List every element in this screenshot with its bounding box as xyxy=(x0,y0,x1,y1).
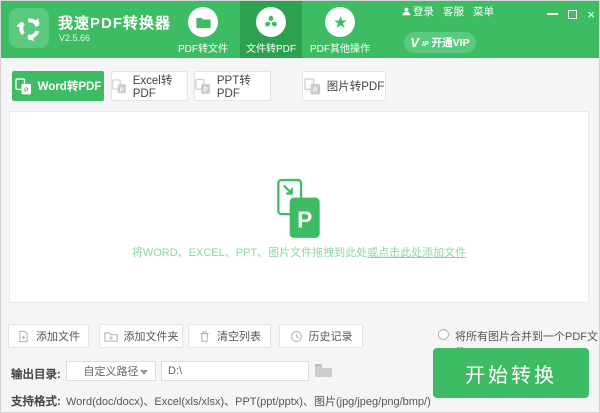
tab-excel-to-pdf[interactable]: P Excel转PDF xyxy=(111,71,188,101)
page-pair-icon: P xyxy=(14,77,31,94)
tab-label: Excel转PDF xyxy=(132,75,173,100)
nav-tab-pdf-other[interactable]: PDF其他操作 xyxy=(302,1,378,58)
output-path-input[interactable] xyxy=(161,361,309,381)
button-label: 添加文件夹 xyxy=(123,331,179,343)
svg-text:P: P xyxy=(120,87,124,93)
add-folder-button[interactable]: 添加文件夹 xyxy=(99,324,183,348)
merge-images-radio[interactable] xyxy=(438,329,449,340)
history-button[interactable]: 历史记录 xyxy=(279,324,363,348)
nav-tab-label: 文件转PDF xyxy=(246,44,296,55)
menu-link[interactable]: 菜单 xyxy=(473,4,494,19)
tab-label: Word转PDF xyxy=(37,81,102,93)
vip-v-mark: V xyxy=(410,35,420,50)
svg-text:P: P xyxy=(203,86,207,93)
chevron-down-icon xyxy=(140,370,148,375)
add-file-button[interactable]: 添加文件 xyxy=(8,324,89,348)
button-label: 添加文件 xyxy=(36,331,80,343)
browse-folder-icon[interactable] xyxy=(315,364,332,377)
window-controls: × xyxy=(547,7,595,21)
tab-ppt-to-pdf[interactable]: P PPT转PDF xyxy=(194,71,271,101)
service-link[interactable]: 客服 xyxy=(443,4,464,19)
history-icon xyxy=(290,330,302,342)
folder-icon xyxy=(188,7,218,37)
clear-list-icon xyxy=(200,330,209,342)
button-label: 清空列表 xyxy=(217,331,261,343)
minimize-icon[interactable] xyxy=(547,13,559,15)
svg-text:P: P xyxy=(313,87,318,94)
tab-label: 图片转PDF xyxy=(326,81,385,93)
svg-text:P: P xyxy=(297,207,312,233)
maximize-icon[interactable] xyxy=(568,9,578,19)
pdf-icon xyxy=(256,7,286,37)
star-icon xyxy=(325,7,355,37)
top-links: 登录 客服 菜单 xyxy=(402,4,494,19)
add-folder-icon xyxy=(103,331,118,342)
vip-ip-mark: IP xyxy=(422,41,429,48)
close-icon[interactable]: × xyxy=(587,8,595,21)
button-label: 历史记录 xyxy=(308,331,353,343)
supported-formats-label: 支持格式: xyxy=(11,396,61,408)
tab-label: PPT转PDF xyxy=(216,75,251,100)
open-vip-button[interactable]: V IP 开通VIP xyxy=(404,32,476,53)
nav-tab-label: PDF其他操作 xyxy=(310,44,370,55)
tab-image-to-pdf[interactable]: P 图片转PDF xyxy=(302,71,386,101)
nav-tab-file-to-pdf[interactable]: 文件转PDF xyxy=(240,1,302,58)
add-files-link[interactable]: 或点击此处添加文件 xyxy=(367,247,466,259)
nav-tab-label: PDF转文件 xyxy=(178,44,228,55)
user-icon xyxy=(402,7,411,16)
app-window: 我速PDF转换器 V2.5.66 PDF转文件 文件转PDF PDF其他操作 登… xyxy=(0,0,600,413)
page-pair-icon: P xyxy=(112,78,126,93)
header: 我速PDF转换器 V2.5.66 PDF转文件 文件转PDF PDF其他操作 登… xyxy=(1,1,599,58)
page-pair-icon: P xyxy=(304,77,320,94)
drop-page-pair-icon: P xyxy=(277,178,320,238)
recycle-icon xyxy=(15,17,40,41)
page-pair-icon: P xyxy=(195,78,210,94)
app-title: 我速PDF转换器 xyxy=(58,15,172,32)
svg-text:P: P xyxy=(24,87,29,94)
login-link[interactable]: 登录 xyxy=(402,4,434,19)
start-convert-button[interactable]: 开始转换 xyxy=(433,348,589,398)
path-type-select[interactable]: 自定义路径 xyxy=(66,361,156,381)
supported-formats-value: Word(doc/docx)、Excel(xls/xlsx)、PPT(ppt/p… xyxy=(66,396,431,408)
clear-list-button[interactable]: 清空列表 xyxy=(188,324,271,348)
app-version: V2.5.66 xyxy=(59,33,91,43)
file-dropzone[interactable]: P 将WORD、EXCEL、PPT、图片文件拖拽到此处或点击此处添加文件 xyxy=(9,111,589,303)
nav-tab-pdf-to-file[interactable]: PDF转文件 xyxy=(168,1,238,58)
app-logo xyxy=(9,8,49,48)
drop-hint: 将WORD、EXCEL、PPT、图片文件拖拽到此处或点击此处添加文件 xyxy=(131,247,467,259)
tab-word-to-pdf[interactable]: P Word转PDF xyxy=(12,71,104,101)
add-file-icon xyxy=(19,330,28,342)
output-dir-label: 输出目录: xyxy=(11,369,61,381)
